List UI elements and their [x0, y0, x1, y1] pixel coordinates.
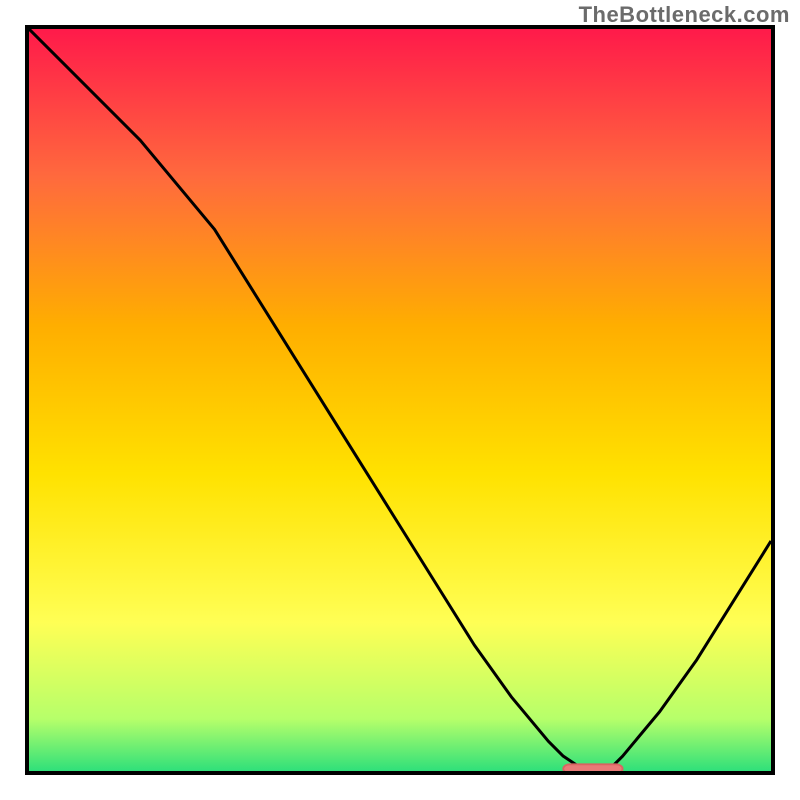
minimum-marker: [563, 764, 622, 771]
chart-frame: TheBottleneck.com: [0, 0, 800, 800]
bottleneck-curve: [29, 29, 771, 771]
curve-layer: [29, 29, 771, 771]
watermark-text: TheBottleneck.com: [579, 2, 790, 28]
plot-area: [25, 25, 775, 775]
